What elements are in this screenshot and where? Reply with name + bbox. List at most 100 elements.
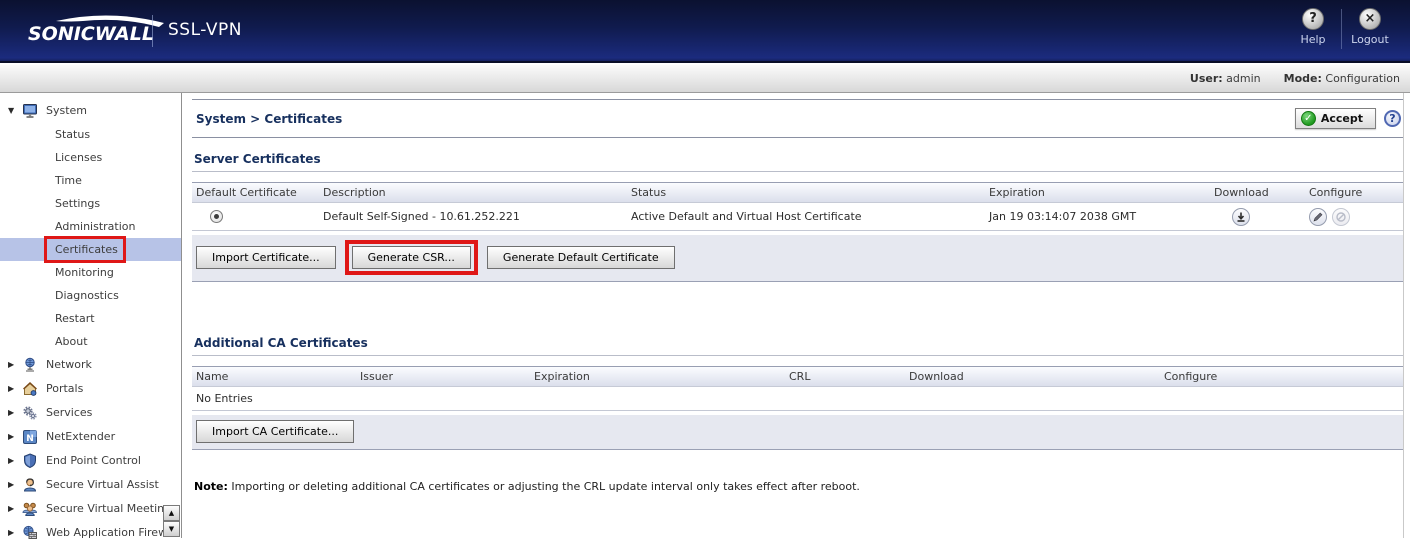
sidebar-item-secure-virtual-meeting[interactable]: ▶ Secure Virtual Meeting	[0, 497, 181, 521]
chevron-right-icon[interactable]: ▶	[8, 425, 20, 449]
user-label: User:	[1190, 72, 1223, 85]
help-label: Help	[1287, 33, 1339, 46]
netextender-icon: N	[22, 429, 38, 445]
sidebar-item-network[interactable]: ▶ Network	[0, 353, 181, 377]
top-banner: SONICWALL SSL-VPN ? Help × Logout	[0, 0, 1410, 63]
sidebar-item-monitoring[interactable]: Monitoring	[0, 261, 181, 284]
chevron-right-icon[interactable]: ▶	[8, 449, 20, 473]
mode-label: Mode:	[1284, 72, 1322, 85]
chevron-right-icon[interactable]: ▶	[8, 521, 20, 545]
column-header-name: Name	[192, 370, 356, 383]
column-header-status: Status	[627, 186, 985, 199]
default-certificate-radio[interactable]	[210, 210, 223, 223]
actions-divider	[1341, 9, 1342, 49]
column-header-issuer: Issuer	[356, 370, 530, 383]
help-icon[interactable]: ?	[1302, 8, 1324, 30]
chevron-right-icon[interactable]: ▶	[8, 497, 20, 521]
sonicwall-logo-icon: SONICWALL	[28, 14, 168, 48]
sidebar-item-diagnostics[interactable]: Diagnostics	[0, 284, 181, 307]
chevron-right-icon[interactable]: ▶	[8, 473, 20, 497]
logout-label: Logout	[1344, 33, 1396, 46]
server-certificates-header-row: Default Certificate Description Status E…	[192, 182, 1403, 203]
generate-csr-button[interactable]: Generate CSR...	[352, 246, 471, 269]
delete-disabled-icon[interactable]	[1332, 208, 1350, 226]
column-header-description: Description	[319, 186, 627, 199]
sidebar-scrollbar[interactable]: ▲ ▼	[163, 505, 180, 537]
monitor-icon	[22, 103, 38, 119]
annotation-red-box: Generate CSR...	[345, 240, 478, 275]
sidebar-item-web-application-firewall[interactable]: ▶ Web Application Firewa	[0, 521, 181, 545]
main-content: System > Certificates ✓ Accept ? Server …	[183, 93, 1410, 538]
import-certificate-button[interactable]: Import Certificate...	[196, 246, 336, 269]
portals-icon	[22, 381, 38, 397]
edit-icon[interactable]	[1309, 208, 1327, 226]
logout-button[interactable]: × Logout	[1344, 6, 1396, 46]
column-header-download: Download	[1210, 186, 1305, 199]
sidebar-item-certificates[interactable]: Certificates	[0, 238, 181, 261]
scroll-up-icon[interactable]: ▲	[163, 505, 180, 521]
sidebar-nav: ▼ System Status Licenses Time Settings A…	[0, 93, 182, 538]
svg-text:SONICWALL: SONICWALL	[28, 23, 154, 45]
chevron-right-icon[interactable]: ▶	[8, 377, 20, 401]
column-header-crl: CRL	[785, 370, 905, 383]
network-icon	[22, 357, 38, 373]
virtual-assist-icon	[22, 477, 38, 493]
note-label: Note:	[194, 480, 228, 493]
services-icon	[22, 405, 38, 421]
sidebar-item-end-point-control[interactable]: ▶ End Point Control	[0, 449, 181, 473]
certificate-status: Active Default and Virtual Host Certific…	[627, 210, 985, 223]
breadcrumb: System > Certificates	[192, 112, 342, 126]
endpoint-control-icon	[22, 453, 38, 469]
certificate-description: Default Self-Signed - 10.61.252.221	[319, 210, 627, 223]
logout-icon[interactable]: ×	[1359, 8, 1381, 30]
sidebar-item-secure-virtual-assist[interactable]: ▶ Secure Virtual Assist	[0, 473, 181, 497]
sidebar-item-licenses[interactable]: Licenses	[0, 146, 181, 169]
column-header-download: Download	[905, 370, 1160, 383]
mode-value: Configuration	[1325, 72, 1400, 85]
page-title-bar: System > Certificates ✓ Accept ?	[192, 99, 1403, 138]
check-icon: ✓	[1301, 111, 1316, 126]
sidebar-item-time[interactable]: Time	[0, 169, 181, 192]
sidebar-item-restart[interactable]: Restart	[0, 307, 181, 330]
scroll-down-icon[interactable]: ▼	[163, 521, 180, 537]
note-text: Note: Importing or deleting additional C…	[192, 480, 1403, 493]
accept-button[interactable]: ✓ Accept	[1295, 108, 1376, 129]
user-value: admin	[1226, 72, 1260, 85]
column-header-configure: Configure	[1160, 370, 1403, 383]
chevron-right-icon[interactable]: ▶	[8, 401, 20, 425]
content-right-edge	[1403, 93, 1404, 538]
accept-label: Accept	[1321, 112, 1363, 125]
server-certificates-actions: Import Certificate... Generate CSR... Ge…	[192, 235, 1403, 282]
column-header-expiration: Expiration	[985, 186, 1210, 199]
generate-default-certificate-button[interactable]: Generate Default Certificate	[487, 246, 675, 269]
column-header-configure: Configure	[1305, 186, 1403, 199]
chevron-right-icon[interactable]: ▶	[8, 353, 20, 377]
sidebar-item-netextender[interactable]: ▶ N NetExtender	[0, 425, 181, 449]
column-header-default-certificate: Default Certificate	[192, 186, 319, 199]
page-help-icon[interactable]: ?	[1384, 110, 1401, 127]
server-certificates-title: Server Certificates	[192, 152, 1403, 172]
svg-text:N: N	[26, 434, 34, 444]
chevron-down-icon[interactable]: ▼	[8, 99, 20, 123]
sidebar-item-portals[interactable]: ▶ Portals	[0, 377, 181, 401]
sidebar-item-about[interactable]: About	[0, 330, 181, 353]
help-button[interactable]: ? Help	[1287, 6, 1339, 46]
sidebar-item-services[interactable]: ▶ Services	[0, 401, 181, 425]
table-row: Default Self-Signed - 10.61.252.221 Acti…	[192, 203, 1403, 231]
ca-certificates-actions: Import CA Certificate...	[192, 415, 1403, 450]
virtual-meeting-icon	[22, 501, 38, 517]
sidebar-item-label: System	[46, 99, 87, 123]
sidebar-item-administration[interactable]: Administration	[0, 215, 181, 238]
product-name: SSL-VPN	[168, 20, 242, 40]
sidebar-item-system[interactable]: ▼ System	[0, 99, 181, 123]
ca-certificates-empty-row: No Entries	[192, 387, 1403, 411]
web-app-firewall-icon	[22, 525, 38, 541]
import-ca-certificate-button[interactable]: Import CA Certificate...	[196, 420, 354, 443]
sonicwall-logo: SONICWALL	[28, 14, 168, 48]
download-icon[interactable]	[1232, 208, 1250, 226]
column-header-expiration: Expiration	[530, 370, 785, 383]
sidebar-item-status[interactable]: Status	[0, 123, 181, 146]
certificate-expiration: Jan 19 03:14:07 2038 GMT	[985, 210, 1210, 223]
status-bar: User: admin Mode: Configuration	[0, 65, 1410, 93]
sidebar-item-settings[interactable]: Settings	[0, 192, 181, 215]
